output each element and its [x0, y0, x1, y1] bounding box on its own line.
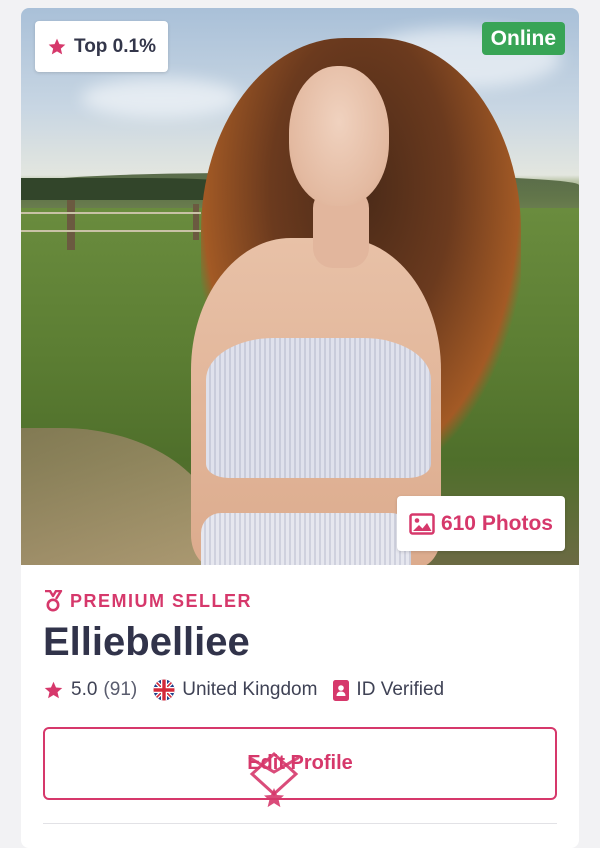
photo-detail [21, 212, 201, 214]
rank-badge: Top 0.1% [35, 21, 168, 72]
verification-label: ID Verified [356, 679, 445, 700]
seller-tier: PREMIUM SELLER [43, 590, 252, 612]
profile-name: Elliebelliee [43, 620, 250, 664]
country-label: United Kingdom [182, 679, 318, 700]
star-icon [44, 681, 63, 698]
country: United Kingdom [153, 679, 317, 701]
rank-badge-label: Top 0.1% [74, 35, 156, 57]
photo-detail [201, 513, 411, 565]
photo-detail [193, 204, 199, 240]
medal-icon [45, 590, 63, 612]
uk-flag-icon [153, 679, 175, 701]
divider [43, 823, 557, 824]
verification: ID Verified [333, 679, 444, 701]
profile-photo[interactable]: Top 0.1% Online 610 Photos [21, 8, 579, 565]
rating-value: 5.0 [71, 679, 98, 700]
seller-tier-label: PREMIUM SELLER [70, 590, 253, 611]
photo-detail [206, 338, 431, 478]
photo-detail [81, 78, 241, 118]
photos-count-button[interactable]: 610 Photos [396, 496, 565, 551]
photo-detail [67, 200, 75, 250]
rating-count: (91) [103, 679, 138, 700]
rating: 5.0 (91) [43, 679, 137, 701]
online-status-badge: Online [481, 22, 565, 55]
photo-detail [21, 230, 201, 232]
image-icon [409, 512, 435, 535]
star-icon [48, 38, 66, 54]
photo-detail [289, 66, 389, 206]
photos-count-label: 610 Photos [440, 511, 553, 535]
id-card-icon [333, 679, 350, 701]
profile-meta: 5.0 (91) United Kingdom ID Verified [43, 679, 460, 701]
profile-card[interactable]: Top 0.1% Online 610 Photos PREMIUM SELLE… [21, 8, 579, 848]
watermark-logo-icon [248, 751, 300, 808]
